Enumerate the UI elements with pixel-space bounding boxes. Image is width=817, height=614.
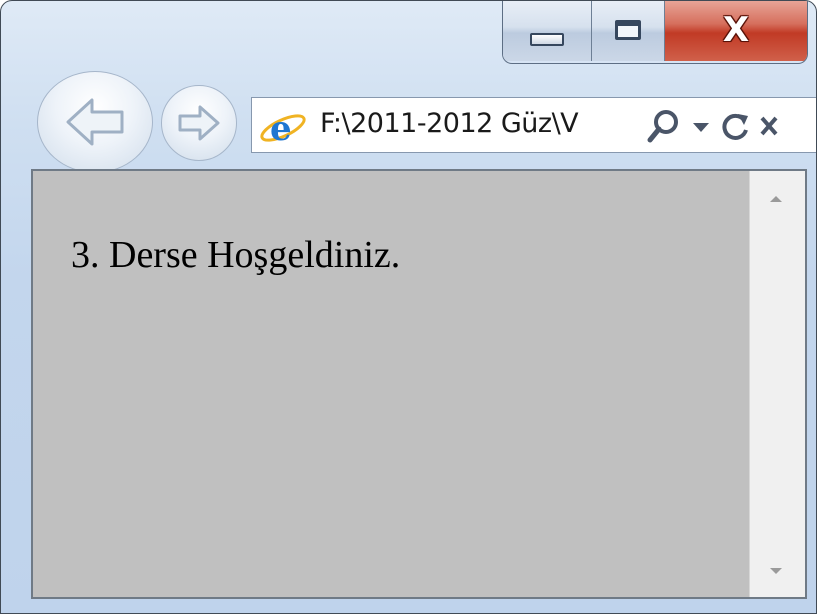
forward-arrow-icon [178, 105, 220, 141]
forward-button[interactable] [161, 85, 237, 161]
scroll-up-arrow-icon[interactable] [764, 191, 788, 207]
back-button[interactable] [37, 71, 153, 173]
back-arrow-icon [66, 98, 124, 146]
stop-icon[interactable] [758, 106, 778, 146]
window-caption-buttons: X [502, 1, 808, 64]
minimize-icon [530, 32, 564, 46]
address-tools [644, 106, 778, 146]
close-button[interactable]: X [665, 1, 807, 61]
minimize-button[interactable] [503, 1, 592, 61]
address-text[interactable]: F:\2011-2012 Güz\V [320, 108, 579, 139]
maximize-button[interactable] [592, 1, 665, 61]
vertical-scrollbar[interactable] [749, 171, 805, 597]
search-icon[interactable] [644, 106, 684, 146]
maximize-icon [615, 20, 641, 40]
page-text: 3. Derse Hoşgeldiniz. [71, 234, 401, 276]
address-bar[interactable]: e F:\2011-2012 Güz\V [251, 97, 816, 153]
internet-explorer-icon: e [260, 109, 306, 148]
svg-text:e: e [270, 109, 292, 148]
scroll-down-arrow-icon[interactable] [764, 563, 788, 579]
browser-window: X e F:\2011-2012 Güz\V 3. Derse Hoşgeldi… [0, 0, 817, 614]
dropdown-arrow-icon[interactable] [690, 106, 712, 146]
page-content: 3. Derse Hoşgeldiniz. [33, 171, 747, 597]
page-viewport: 3. Derse Hoşgeldiniz. [31, 169, 807, 599]
refresh-icon[interactable] [718, 106, 752, 146]
close-icon: X [722, 10, 750, 50]
